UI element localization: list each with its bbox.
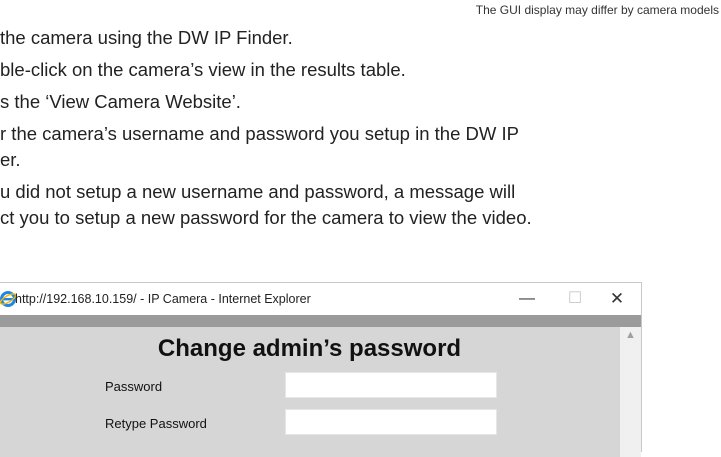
- password-label: Password: [105, 379, 163, 394]
- instruction-line: the camera using the DW IP Finder.: [0, 27, 293, 48]
- maximize-button[interactable]: ☐: [555, 288, 595, 310]
- gui-disclaimer-note: The GUI display may differ by camera mod…: [475, 3, 719, 17]
- change-password-form: Change admin’s password Password Retype …: [0, 327, 620, 457]
- instruction-line: r the camera’s username and password you…: [0, 123, 519, 144]
- instruction-line: ble-click on the camera’s view in the re…: [0, 59, 406, 80]
- retype-password-label: Retype Password: [105, 416, 207, 431]
- password-input[interactable]: [285, 372, 497, 398]
- window-titlebar[interactable]: http://192.168.10.159/ - IP Camera - Int…: [0, 283, 641, 315]
- instruction-line: s the ‘View Camera Website’.: [0, 91, 241, 112]
- vertical-scrollbar[interactable]: ▲: [620, 327, 641, 457]
- instruction-line: u did not setup a new username and passw…: [0, 181, 516, 202]
- page-header-strip: [0, 315, 641, 327]
- scroll-up-arrow-icon[interactable]: ▲: [625, 329, 636, 341]
- close-button[interactable]: ✕: [597, 288, 637, 310]
- ie-browser-window: http://192.168.10.159/ - IP Camera - Int…: [0, 282, 642, 457]
- page-title: Change admin’s password: [157, 335, 462, 362]
- instruction-line: er.: [0, 149, 21, 170]
- instruction-line: ct you to setup a new password for the c…: [0, 207, 532, 228]
- retype-password-input[interactable]: [285, 409, 497, 435]
- minimize-button[interactable]: —: [507, 288, 547, 310]
- window-title: http://192.168.10.159/ - IP Camera - Int…: [15, 292, 311, 306]
